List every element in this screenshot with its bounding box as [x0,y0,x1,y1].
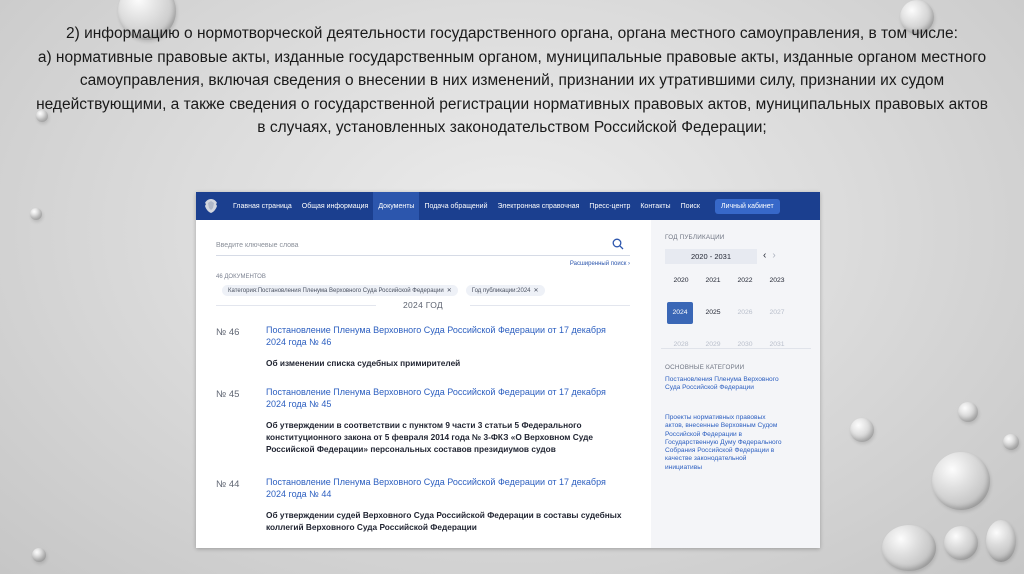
year-grid: 2020 2021 2022 2023 2024 2025 2026 2027 … [665,270,793,356]
nav-item-search[interactable]: Поиск [676,192,705,220]
documents-main: Расширенный поиск › 46 ДОКУМЕНТОВ Катего… [196,220,640,548]
filters-sidebar: ГОД ПУБЛИКАЦИИ 2020 - 2031 ‹ › 2020 2021 … [651,220,820,548]
year-group-heading: 2024 ГОД [216,300,630,310]
chevron-right-icon[interactable]: › [772,250,775,261]
documents-count: 46 ДОКУМЕНТОВ [216,274,266,280]
sidebar-divider [661,348,811,349]
document-title-link[interactable]: Постановление Пленума Верховного Суда Ро… [266,386,626,410]
year-range: 2020 - 2031 [665,249,757,264]
nav-item-general-info[interactable]: Общая информация [297,192,374,220]
decorative-drop [30,208,42,220]
year-range-pager: ‹ › [763,250,782,261]
personal-account-button[interactable]: Личный кабинет [715,198,780,214]
top-navigation: Главная страница Общая информация Докуме… [196,192,820,220]
advanced-search-link[interactable]: Расширенный поиск › [570,261,630,267]
search-input[interactable] [216,236,596,255]
nav-item-contacts[interactable]: Контакты [635,192,675,220]
website-screenshot: Главная страница Общая информация Докуме… [196,192,820,548]
decorative-drop [1003,434,1019,450]
document-number: № 44 [216,479,240,490]
year-option[interactable]: 2021 [697,270,729,292]
decorative-drop [932,452,990,510]
year-option-disabled: 2031 [769,341,785,348]
year-option[interactable]: 2023 [761,270,793,292]
chevron-left-icon[interactable]: ‹ [763,250,766,261]
document-description: Об утверждении в соответствии с пунктом … [266,420,593,454]
year-option[interactable]: 2022 [729,270,761,292]
slide-text: 2) информацию о нормотворческой деятельн… [30,22,994,140]
year-option-disabled: 2026 [737,309,753,316]
document-number: № 46 [216,327,240,338]
decorative-drop [882,525,936,571]
nav-item-press-center[interactable]: Пресс-центр [584,192,635,220]
decorative-drop [986,520,1016,562]
nav-item-e-reference[interactable]: Электронная справочная [492,192,584,220]
filter-chip-category: Категория:Постановления Пленума Верховно… [222,285,458,296]
nav-item-documents[interactable]: Документы [373,192,420,220]
filter-chip-label: Год публикации:2024 [471,288,531,294]
categories-label: ОСНОВНЫЕ КАТЕГОРИИ [665,364,745,371]
filter-chip-year: Год публикации:2024 ✕ [465,285,545,296]
slide-text-intro: 2) информацию о нормотворческой деятельн… [66,25,958,42]
decorative-drop [958,402,978,422]
slide-text-item-a: а) нормативные правовые акты, изданные г… [36,48,988,137]
document-number: № 45 [216,389,240,400]
category-link-draft-acts[interactable]: Проекты нормативных правовых актов, внес… [665,414,785,472]
year-option-disabled: 2029 [705,341,721,348]
year-option-disabled: 2028 [673,341,689,348]
year-option[interactable]: 2025 [697,302,729,324]
close-icon[interactable]: ✕ [534,288,539,294]
document-description: Об утверждении судей Верховного Суда Рос… [266,510,622,532]
document-title-link[interactable]: Постановление Пленума Верховного Суда Ро… [266,476,626,500]
decorative-drop [850,418,874,442]
year-option-disabled: 2027 [769,309,785,316]
decorative-drop [944,526,978,560]
year-option-disabled: 2030 [737,341,753,348]
filter-chip-label: Категория:Постановления Пленума Верховно… [228,288,444,294]
document-description: Об изменении списка судебных примирителе… [266,358,461,368]
category-link-plenum[interactable]: Постановления Пленума Верховного Суда Ро… [665,376,785,393]
year-filter-label: ГОД ПУБЛИКАЦИИ [665,234,725,241]
search-icon[interactable] [612,237,624,255]
search-bar [216,234,630,256]
coat-of-arms-icon[interactable] [202,196,220,216]
close-icon[interactable]: ✕ [447,288,452,294]
year-option[interactable]: 2020 [665,270,697,292]
year-option-selected[interactable]: 2024 [667,302,693,324]
active-filters: Категория:Постановления Пленума Верховно… [222,285,545,296]
decorative-drop [32,548,46,562]
document-title-link[interactable]: Постановление Пленума Верховного Суда Ро… [266,324,626,348]
nav-item-appeals[interactable]: Подача обращений [419,192,492,220]
nav-item-home[interactable]: Главная страница [228,192,297,220]
